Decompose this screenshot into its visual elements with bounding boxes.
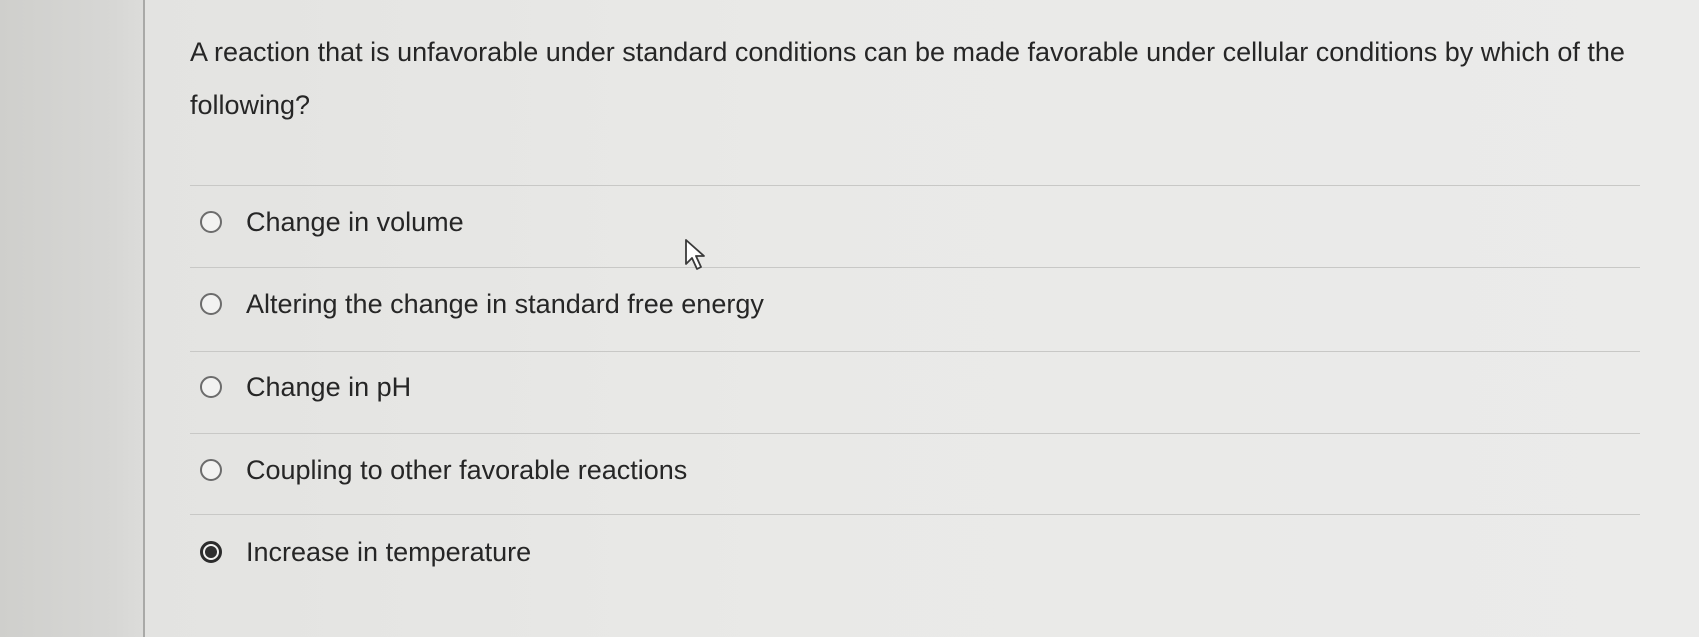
divider [190,514,1640,515]
radio-filled-icon[interactable] [200,541,222,563]
mouse-pointer-icon [685,239,705,270]
option-change-in-volume[interactable]: Change in volume [200,202,464,242]
option-change-in-ph[interactable]: Change in pH [200,367,411,407]
radio-dot-icon [205,546,217,558]
option-altering-standard-free-energy[interactable]: Altering the change in standard free ene… [200,284,764,324]
option-label: Increase in temperature [246,537,532,567]
radio-empty-icon[interactable] [200,376,222,398]
divider [190,185,1640,186]
divider [190,433,1640,434]
left-gutter [0,0,143,637]
divider [190,351,1640,352]
option-label: Change in volume [246,207,464,237]
radio-empty-icon[interactable] [200,293,222,315]
option-coupling-favorable-reactions[interactable]: Coupling to other favorable reactions [200,450,687,490]
option-label: Change in pH [246,372,412,402]
option-label: Altering the change in standard free ene… [246,289,764,319]
option-increase-in-temperature[interactable]: Increase in temperature [200,532,531,572]
radio-empty-icon[interactable] [200,211,222,233]
question-text: A reaction that is unfavorable under sta… [190,37,1625,120]
divider [190,267,1640,268]
radio-empty-icon[interactable] [200,459,222,481]
option-label: Coupling to other favorable reactions [246,455,688,485]
